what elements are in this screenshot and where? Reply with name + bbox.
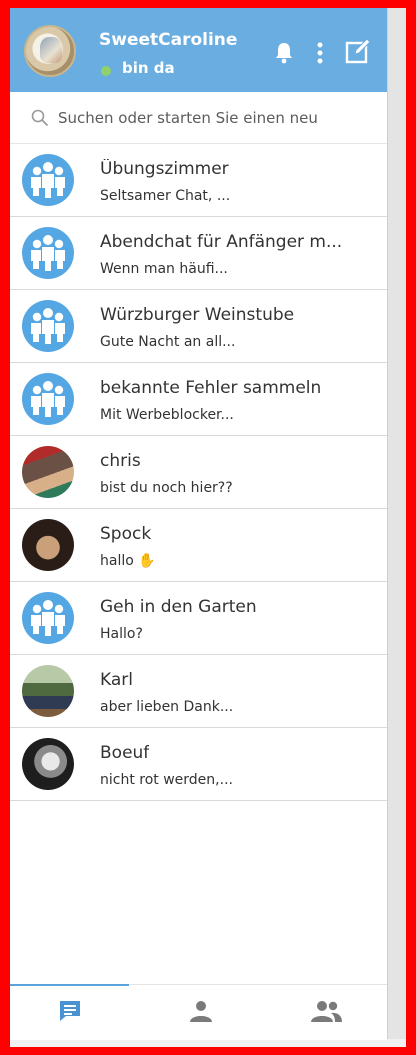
chat-name: bekannte Fehler sammeln [100,378,322,398]
tab-contacts[interactable] [135,985,260,1040]
search-icon [31,109,49,131]
chat-item[interactable]: Würzburger Weinstube Gute Nacht an all..… [10,290,387,363]
chat-preview: nicht rot werden,... [100,772,233,788]
status-text[interactable]: bin da [122,59,175,77]
my-username: SweetCaroline [99,30,238,50]
group-avatar-icon [22,227,74,279]
chat-preview: aber lieben Dank... [100,699,234,715]
compose-icon[interactable] [345,38,371,68]
chat-sidebar: SweetCaroline bin da Suchen oder starten… [10,8,388,1040]
chat-item[interactable]: Spock hallo ✋ [10,509,387,582]
search-bar [10,92,387,144]
chat-item[interactable]: Boeuf nicht rot werden,... [10,728,387,801]
chat-icon [60,1001,80,1021]
chat-name: Boeuf [100,743,150,763]
bell-icon[interactable] [274,42,294,68]
my-avatar[interactable] [24,25,76,77]
chat-name: chris [100,451,141,471]
chat-item[interactable]: Übungszimmer Seltsamer Chat, ... [10,144,387,217]
chat-preview: hallo ✋ [100,553,156,569]
user-avatar [22,665,74,717]
group-avatar-icon [22,300,74,352]
chat-name: Würzburger Weinstube [100,305,295,325]
tab-chats[interactable] [10,984,135,1040]
group-avatar-icon [22,373,74,425]
chat-item[interactable]: bekannte Fehler sammeln Mit Werbeblocker… [10,363,387,436]
chat-item[interactable]: Abendchat für Anfänger m... Wenn man häu… [10,217,387,290]
group-avatar-icon [22,592,74,644]
chat-preview: bist du noch hier?? [100,480,233,496]
right-pane-edge [388,8,406,1039]
chat-item[interactable]: chris bist du noch hier?? [10,436,387,509]
user-avatar [22,738,74,790]
more-vertical-icon[interactable] [316,42,324,68]
group-avatar-icon [22,154,74,206]
tab-groups[interactable] [260,985,385,1040]
chat-preview: Hallo? [100,626,143,642]
chat-name: Karl [100,670,133,690]
search-input[interactable] [58,104,376,132]
chat-item[interactable]: Geh in den Garten Hallo? [10,582,387,655]
group-icon [311,1001,342,1022]
chat-name: Spock [100,524,152,544]
user-avatar [22,446,74,498]
online-status-dot [101,66,111,76]
chat-item[interactable]: Karl aber lieben Dank... [10,655,387,728]
chat-preview: Wenn man häufi... [100,261,228,277]
chat-name: Geh in den Garten [100,597,257,617]
user-avatar [22,519,74,571]
person-icon [190,1001,212,1022]
chat-list: Übungszimmer Seltsamer Chat, ... Abendch… [10,144,387,801]
chat-name: Übungszimmer [100,159,229,179]
profile-header: SweetCaroline bin da [10,8,387,92]
chat-preview: Seltsamer Chat, ... [100,188,231,204]
bottom-navigation [10,984,387,1040]
chat-preview: Gute Nacht an all... [100,334,236,350]
chat-name: Abendchat für Anfänger m... [100,232,343,252]
chat-preview: Mit Werbeblocker... [100,407,234,423]
